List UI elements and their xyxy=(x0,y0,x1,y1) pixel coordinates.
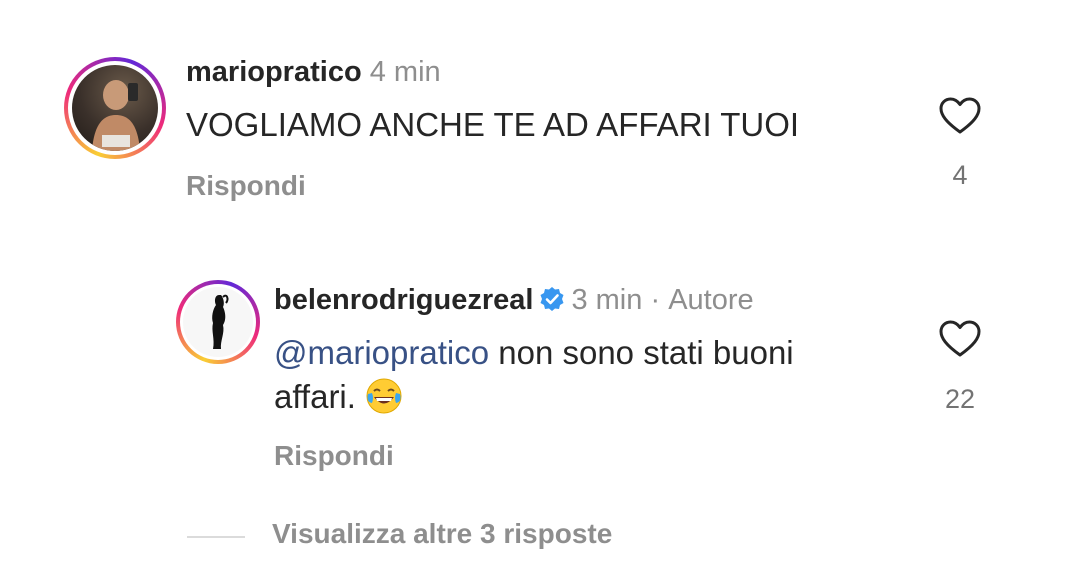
avatar-border xyxy=(68,61,162,155)
reply-timestamp: 3 min xyxy=(571,284,643,316)
comments-thread: mariopratico 4 min VOGLIAMO ANCHE TE AD … xyxy=(0,0,1080,582)
comment-body: VOGLIAMO ANCHE TE AD AFFARI TUOI xyxy=(186,106,800,143)
reply-text-line2: affari. xyxy=(274,378,356,415)
verified-badge-icon xyxy=(540,287,564,312)
view-more-replies-button[interactable]: Visualizza altre 3 risposte xyxy=(272,518,612,550)
username-text[interactable]: mariopratico xyxy=(186,56,362,88)
face-with-tears-of-joy-icon xyxy=(366,378,402,414)
author-label: Autore xyxy=(668,284,754,316)
user-silhouette-icon xyxy=(183,287,253,357)
like-count: 22 xyxy=(944,384,976,414)
reply-avatar[interactable] xyxy=(176,280,260,364)
reply-button[interactable]: Rispondi xyxy=(186,170,306,202)
reply-text-line1: non sono stati buoni xyxy=(489,334,794,371)
replies-divider xyxy=(187,536,245,538)
reply-username[interactable]: belenrodriguezreal 3 min · Autore xyxy=(274,284,754,317)
reply-button[interactable]: Rispondi xyxy=(274,440,394,472)
like-heart-icon[interactable] xyxy=(938,96,982,136)
user-photo-icon xyxy=(72,65,158,151)
meta-separator: · xyxy=(650,284,661,316)
username-text[interactable]: belenrodriguezreal xyxy=(274,284,533,316)
mention-link[interactable]: @mariopratico xyxy=(274,334,489,371)
comment-avatar[interactable] xyxy=(64,57,166,159)
like-count: 4 xyxy=(952,160,968,190)
reply-body: @mariopratico non sono stati buoni affar… xyxy=(274,331,914,422)
comment-username[interactable]: mariopratico 4 min xyxy=(186,56,441,89)
like-heart-icon[interactable] xyxy=(938,319,982,359)
comment-timestamp: 4 min xyxy=(369,56,441,88)
avatar-border xyxy=(180,284,256,360)
